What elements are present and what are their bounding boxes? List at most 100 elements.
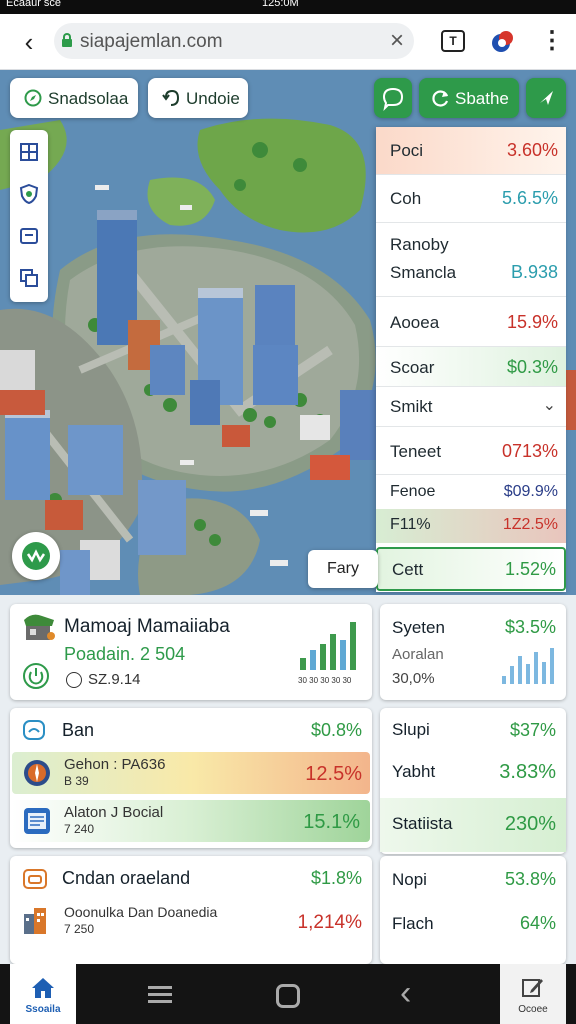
chart-bar (330, 634, 336, 670)
stat-row[interactable]: Poci 3.60% (376, 127, 566, 175)
list-item-value: 230% (504, 813, 556, 835)
stats-panel: Poci 3.60% Coh 5.6.5% Ranoby Smancla B.9… (376, 127, 566, 592)
stat-row[interactable]: Coh 5.6.5% (376, 175, 566, 223)
status-bar: Ecaaur sce 125:0M (0, 0, 576, 14)
system-sub-value: 30,0% (392, 670, 435, 687)
nav-home-tab[interactable]: Ssoaila (10, 964, 76, 1024)
list-item-label: Flach (392, 914, 434, 933)
filter-chip-left-label: Snadsolaa (48, 89, 129, 108)
tabs-icon[interactable]: T (441, 30, 465, 52)
stat-label: F11% (390, 516, 431, 533)
layers-tool[interactable] (10, 216, 48, 256)
compass-badge-icon (24, 760, 50, 786)
list-item-value: 15.1% (303, 811, 360, 833)
list-item[interactable]: Nopi 53.8% (380, 856, 566, 904)
list-item-value: $37% (509, 720, 556, 740)
filter-chip-left[interactable]: Snadsolaa (10, 78, 138, 118)
list-item-label: Yabht (392, 762, 436, 781)
chart-bar (550, 648, 554, 684)
system-sub: Aoralan (392, 646, 444, 663)
profile-icon[interactable] (490, 29, 516, 55)
shield-icon (19, 184, 39, 204)
menu-icon[interactable] (148, 986, 172, 1004)
list-item[interactable]: Ooonulka Dan Doanedia 7 250 1,214% (12, 900, 370, 944)
chart-bar (510, 666, 514, 684)
stat-row[interactable]: F11% 1Z2.5% (376, 509, 566, 543)
chart-bar (534, 652, 538, 684)
stat-row[interactable]: Fenoe $09.9% (376, 479, 566, 509)
undo-chip[interactable]: Undoie (148, 78, 248, 118)
list-item[interactable]: Yabht 3.83% (380, 752, 566, 796)
stat-value: 1Z2.5% (502, 516, 558, 533)
chart-bar (502, 676, 506, 684)
navigate-button[interactable] (526, 78, 566, 118)
browser-bar: ‹ siapajemlan.com × T ⋮ (0, 14, 576, 70)
document-icon (24, 808, 50, 834)
stat-value: 5.6.5% (501, 188, 558, 208)
refresh-icon (432, 90, 449, 107)
summary-bar-chart (300, 622, 356, 670)
shop-icon (24, 614, 55, 640)
list-item[interactable]: Alaton J Bocial 7 240 15.1% (12, 800, 370, 842)
stat-value: 0713% (501, 441, 558, 461)
back-icon[interactable]: ‹ (14, 28, 44, 58)
stat-value: $09.9% (503, 483, 558, 500)
chart-bar (320, 644, 326, 670)
status-left-text: Ecaaur sce (6, 0, 62, 9)
home-icon (32, 978, 54, 998)
city-map[interactable]: Snadsolaa Undoie Sbathe Poci 3.60% Coh 5… (0, 70, 576, 595)
stat-label: Coh (390, 189, 422, 208)
back-nav-icon[interactable]: ‹ (400, 976, 430, 1012)
shield-tool[interactable] (10, 174, 48, 214)
stat-value: $0.3% (506, 357, 558, 377)
list-item[interactable]: Statiista 230% (380, 798, 566, 852)
stat-label: Smikt (390, 397, 433, 416)
chart-axis-labels: 30 30 30 30 30 (298, 676, 352, 685)
list-card-d: Nopi 53.8% Flach 64% (380, 856, 566, 964)
system-bar-chart (502, 648, 554, 684)
chart-bar (350, 622, 356, 670)
stat-label: Poci (390, 141, 424, 160)
nav-edit-label: Ocoee (518, 1004, 548, 1015)
stat-label: Aooea (390, 313, 440, 332)
lock-icon (62, 33, 72, 47)
nav-edit-tab[interactable]: Ocoee (500, 964, 566, 1024)
chart-bar (300, 658, 306, 670)
chart-bar (526, 664, 530, 684)
fav-chip[interactable]: Fary (308, 550, 378, 588)
chat-button[interactable] (374, 78, 412, 118)
stat-value: 1.52% (504, 559, 556, 579)
list-item[interactable]: Flach 64% (380, 904, 566, 952)
summary-card[interactable]: Mamoaj Mamaiiaba Poadain. 2 504 SZ.9.14 … (10, 604, 372, 700)
stat-value: 15.9% (506, 312, 558, 332)
list-item-label: Gehon : PA636 (64, 756, 166, 773)
list-item-value: 53.8% (504, 869, 556, 889)
stat-row[interactable]: Ranoby Smancla B.938 (376, 223, 566, 297)
stat-label: Fenoe (390, 483, 436, 500)
stat-label: Teneet (390, 442, 442, 461)
list-item-value: 64% (519, 913, 556, 933)
list-item-value: 12.5% (305, 763, 362, 785)
copy-tool[interactable] (10, 258, 48, 298)
location-button[interactable] (12, 532, 60, 580)
close-icon[interactable]: × (390, 27, 404, 55)
layers-icon (20, 228, 38, 244)
summary-title: Mamoaj Mamaiiaba (64, 616, 230, 637)
stat-row-selected[interactable]: Cett 1.52% (376, 547, 566, 591)
map-toolbar (10, 130, 48, 302)
list-card-a: Ban $0.8% Gehon : PA636 B 39 12.5% Alato… (10, 708, 372, 848)
grid-tool[interactable] (10, 132, 48, 172)
stat-row[interactable]: Scoar $0.3% (376, 347, 566, 387)
stat-label: Cett (392, 560, 424, 579)
stat-row[interactable]: Teneet 0713% (376, 427, 566, 475)
stat-dropdown[interactable]: Smikt ⌄ (376, 387, 566, 427)
system-card[interactable]: Syeten $3.5% Aoralan 30,0% (380, 604, 566, 700)
refresh-button[interactable]: Sbathe (419, 78, 519, 118)
list-item[interactable]: Gehon : PA636 B 39 12.5% (12, 752, 370, 794)
stat-label: Smancla (390, 263, 457, 282)
overflow-menu-icon[interactable]: ⋮ (540, 26, 564, 58)
url-bar[interactable]: siapajemlan.com × (54, 23, 414, 59)
stat-row[interactable]: Aooea 15.9% (376, 297, 566, 347)
list-item[interactable]: Slupi $37% (380, 708, 566, 752)
home-button-icon[interactable] (276, 984, 300, 1008)
